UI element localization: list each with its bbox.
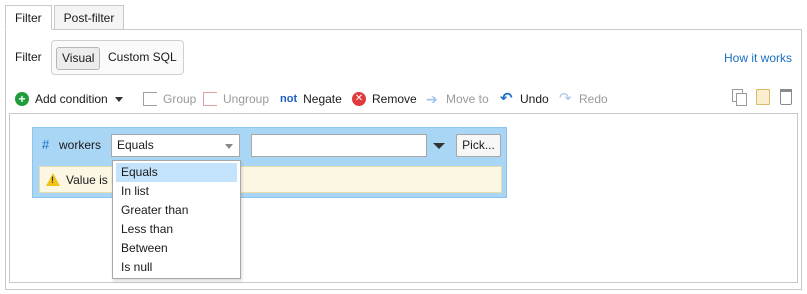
paste-icon[interactable]	[756, 89, 770, 105]
move-to-button[interactable]: ➔ Move to	[426, 90, 489, 108]
ungroup-label: Ungroup	[223, 92, 270, 106]
condition-column-name: workers	[59, 138, 102, 152]
redo-icon: ↷	[559, 90, 572, 107]
operator-select-value: Equals	[117, 138, 154, 152]
filter-panel: Filter Visual Custom SQL How it works + …	[5, 29, 802, 290]
value-input[interactable]	[251, 134, 427, 157]
not-icon: not	[280, 93, 298, 105]
arrow-right-icon: ➔	[426, 91, 438, 107]
warning-text: Value is r	[66, 173, 116, 187]
group-label: Group	[163, 92, 197, 106]
remove-button[interactable]: ✕ Remove	[352, 90, 417, 108]
negate-label: Negate	[303, 92, 342, 106]
remove-circle-icon: ✕	[352, 92, 366, 106]
pick-button[interactable]: Pick...	[456, 134, 501, 157]
visual-mode-button[interactable]: Visual	[56, 47, 101, 70]
clipboard-actions	[732, 89, 792, 106]
move-to-label: Move to	[446, 92, 489, 106]
ungroup-button[interactable]: Ungroup	[203, 90, 269, 108]
remove-label: Remove	[372, 92, 417, 106]
tab-post-filter[interactable]: Post-filter	[53, 5, 125, 30]
negate-button[interactable]: not Negate	[280, 90, 342, 108]
operator-option[interactable]: Greater than	[116, 201, 237, 220]
validation-warning: Value is r	[39, 166, 502, 193]
undo-icon: ↶	[500, 90, 513, 107]
how-it-works-link[interactable]: How it works	[724, 51, 792, 65]
group-bracket-icon	[143, 92, 157, 106]
tab-filter[interactable]: Filter	[5, 5, 52, 30]
filter-toolbar: + Add condition Group Ungroup not Negate…	[15, 90, 615, 108]
operator-option[interactable]: Equals	[116, 163, 237, 182]
ungroup-bracket-icon	[203, 92, 217, 106]
copy-icon[interactable]	[732, 89, 747, 106]
operator-option[interactable]: Is null	[116, 258, 237, 277]
add-condition-label: Add condition	[35, 92, 108, 106]
undo-label: Undo	[520, 92, 549, 106]
add-condition-button[interactable]: + Add condition	[15, 90, 123, 108]
group-button[interactable]: Group	[143, 90, 196, 108]
trash-icon[interactable]	[780, 89, 792, 105]
operator-option[interactable]: Between	[116, 239, 237, 258]
redo-label: Redo	[579, 92, 608, 106]
condition-block[interactable]: # workers Equals Pick... Value is r	[32, 127, 507, 198]
operator-dropdown-list: Equals In list Greater than Less than Be…	[112, 160, 241, 279]
chevron-down-icon[interactable]	[114, 96, 123, 102]
numeric-column-icon: #	[42, 137, 50, 152]
tab-bar: Filter Post-filter	[5, 5, 126, 30]
value-dropdown-caret-icon[interactable]	[433, 143, 445, 149]
custom-sql-mode-button[interactable]: Custom SQL	[103, 47, 182, 70]
condition-canvas: # workers Equals Pick... Value is r Equa…	[9, 113, 798, 283]
operator-select[interactable]: Equals	[111, 134, 240, 157]
plus-circle-icon: +	[15, 92, 29, 106]
operator-option[interactable]: Less than	[116, 220, 237, 239]
undo-button[interactable]: ↶ Undo	[500, 90, 549, 108]
chevron-down-icon	[225, 144, 233, 149]
filter-mode-label: Filter	[15, 50, 42, 64]
warning-icon	[46, 173, 60, 186]
operator-option[interactable]: In list	[116, 182, 237, 201]
filter-mode-toggle: Visual Custom SQL	[51, 40, 184, 75]
redo-button[interactable]: ↷ Redo	[559, 90, 608, 108]
